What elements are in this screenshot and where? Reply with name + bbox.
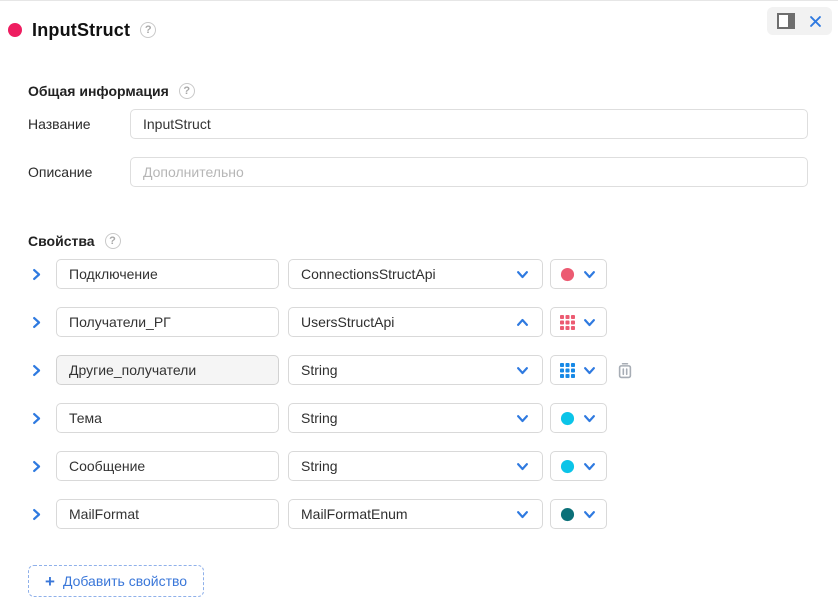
chevron-down-icon — [582, 363, 597, 378]
property-row: MailFormatEnum — [28, 499, 808, 529]
chevron-down-icon — [582, 507, 597, 522]
property-name-input[interactable] — [56, 451, 279, 481]
dot-icon — [560, 507, 575, 522]
chevron-up-icon — [515, 315, 530, 330]
chevron-down-icon — [515, 411, 530, 426]
name-field-row: Название — [28, 109, 808, 139]
chevron-down-icon — [582, 267, 597, 282]
property-color-select[interactable] — [550, 499, 607, 529]
close-button[interactable] — [809, 15, 822, 28]
help-icon[interactable]: ? — [179, 83, 195, 99]
dot-icon — [560, 267, 575, 282]
property-name-input[interactable] — [56, 355, 279, 385]
grid-icon — [560, 363, 575, 378]
chevron-down-icon — [582, 459, 597, 474]
general-info-title: Общая информация — [28, 83, 169, 99]
chevron-right-icon[interactable] — [28, 506, 44, 522]
property-type-value: UsersStructApi — [301, 314, 394, 330]
chevron-down-icon — [515, 507, 530, 522]
chevron-down-icon — [515, 363, 530, 378]
chevron-right-icon[interactable] — [28, 458, 44, 474]
chevron-down-icon — [515, 459, 530, 474]
help-icon[interactable]: ? — [105, 233, 121, 249]
property-type-select[interactable]: UsersStructApi — [288, 307, 543, 337]
properties-section: Свойства ? ConnectionsStructApi — [28, 233, 808, 597]
property-row: String — [28, 355, 808, 385]
property-type-select[interactable]: ConnectionsStructApi — [288, 259, 543, 289]
chevron-right-icon[interactable] — [28, 266, 44, 282]
property-type-select[interactable]: String — [288, 451, 543, 481]
window-controls — [767, 7, 832, 35]
property-type-select[interactable]: MailFormatEnum — [288, 499, 543, 529]
description-field-label: Описание — [28, 164, 130, 180]
dot-icon — [560, 411, 575, 426]
plus-icon: + — [45, 573, 55, 590]
properties-title: Свойства — [28, 233, 95, 249]
property-row: ConnectionsStructApi — [28, 259, 808, 289]
property-name-input[interactable] — [56, 259, 279, 289]
struct-color-dot-icon — [8, 23, 22, 37]
name-input[interactable] — [130, 109, 808, 139]
property-color-select[interactable] — [550, 355, 607, 385]
trash-icon[interactable] — [616, 361, 634, 380]
property-color-select[interactable] — [550, 403, 607, 433]
property-row: String — [28, 403, 808, 433]
property-type-value: String — [301, 362, 338, 378]
property-type-value: MailFormatEnum — [301, 506, 408, 522]
struct-editor-panel: InputStruct ? Общая информация ? Названи… — [0, 0, 838, 591]
property-color-select[interactable] — [550, 259, 607, 289]
dock-panel-button[interactable] — [777, 13, 795, 29]
general-info-section: Общая информация ? Название Описание — [28, 83, 808, 187]
chevron-right-icon[interactable] — [28, 362, 44, 378]
property-name-input[interactable] — [56, 403, 279, 433]
chevron-down-icon — [582, 411, 597, 426]
property-color-select[interactable] — [550, 307, 607, 337]
chevron-right-icon[interactable] — [28, 410, 44, 426]
properties-list: ConnectionsStructApi UsersStruc — [28, 259, 808, 529]
property-type-select[interactable]: String — [288, 355, 543, 385]
chevron-down-icon — [515, 267, 530, 282]
add-property-label: Добавить свойство — [63, 573, 187, 589]
add-property-button[interactable]: + Добавить свойство — [28, 565, 204, 597]
property-name-input[interactable] — [56, 307, 279, 337]
panel-right-icon — [777, 13, 795, 29]
close-icon — [809, 15, 822, 28]
dot-icon — [560, 459, 575, 474]
help-icon[interactable]: ? — [140, 22, 156, 38]
struct-header: InputStruct ? — [8, 15, 808, 45]
property-color-select[interactable] — [550, 451, 607, 481]
property-name-input[interactable] — [56, 499, 279, 529]
grid-icon — [560, 315, 575, 330]
property-type-value: String — [301, 410, 338, 426]
name-field-label: Название — [28, 116, 130, 132]
page-title: InputStruct — [32, 20, 130, 41]
description-input[interactable] — [130, 157, 808, 187]
chevron-right-icon[interactable] — [28, 314, 44, 330]
property-row: String — [28, 451, 808, 481]
property-type-value: ConnectionsStructApi — [301, 266, 436, 282]
property-type-value: String — [301, 458, 338, 474]
description-field-row: Описание — [28, 157, 808, 187]
property-row: UsersStructApi — [28, 307, 808, 337]
chevron-down-icon — [582, 315, 597, 330]
property-type-select[interactable]: String — [288, 403, 543, 433]
